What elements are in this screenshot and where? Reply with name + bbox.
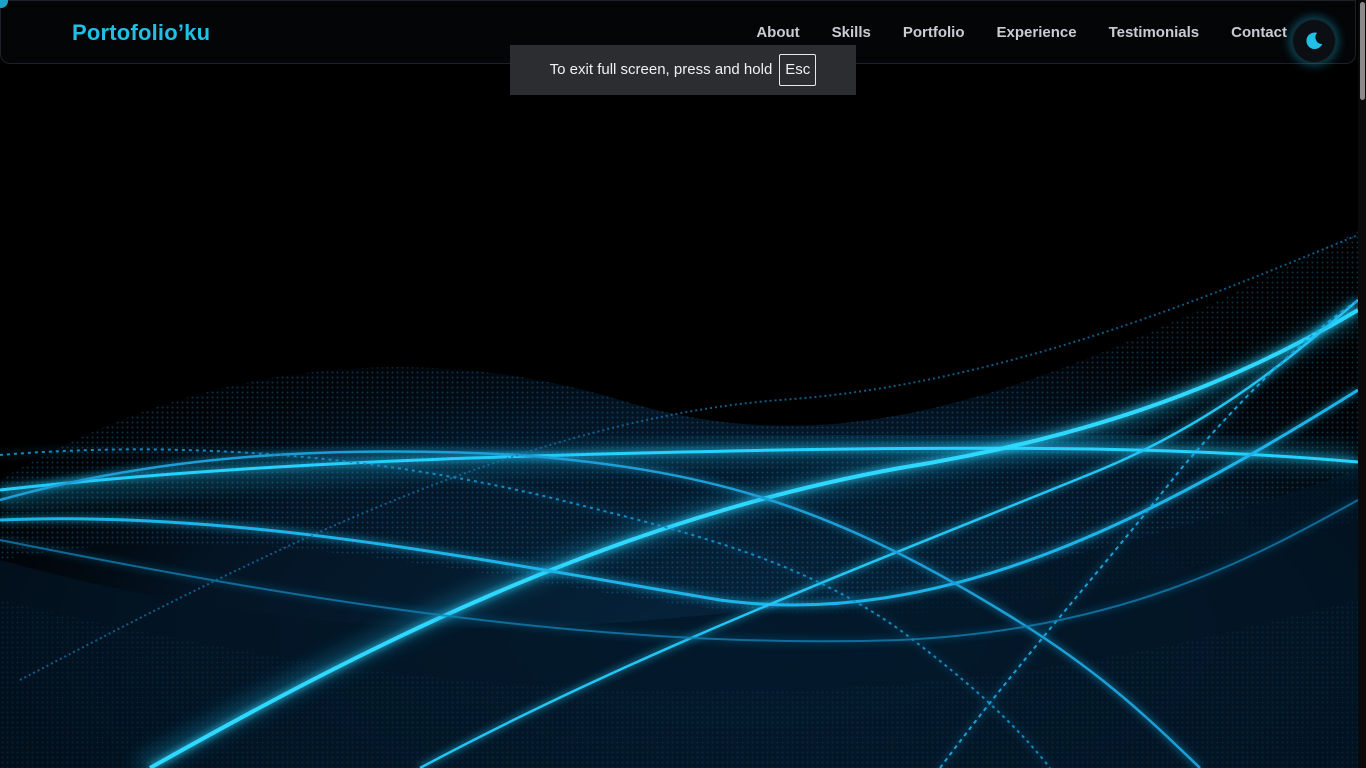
corner-dot (0, 0, 8, 8)
nav-menu: About Skills Portfolio Experience Testim… (724, 24, 1287, 42)
nav-link-skills[interactable]: Skills (832, 24, 871, 42)
hero-wave-background (0, 230, 1358, 768)
theme-toggle-button[interactable] (1292, 19, 1336, 63)
fullscreen-exit-notice: To exit full screen, press and hold Esc (510, 45, 856, 95)
nav-link-contact[interactable]: Contact (1231, 24, 1287, 42)
page: Portofolio’ku About Skills Portfolio Exp… (0, 0, 1366, 768)
scrollbar[interactable] (1358, 0, 1366, 768)
nav-link-experience[interactable]: Experience (997, 24, 1077, 42)
brand-logo[interactable]: Portofolio’ku (72, 19, 210, 47)
moon-icon (1306, 32, 1323, 50)
fullscreen-notice-text: To exit full screen, press and hold (549, 61, 773, 78)
nav-link-portfolio[interactable]: Portfolio (903, 24, 965, 42)
scrollbar-thumb[interactable] (1360, 2, 1365, 100)
esc-key-badge: Esc (779, 54, 817, 86)
nav-link-testimonials[interactable]: Testimonials (1109, 24, 1200, 42)
nav-link-about[interactable]: About (756, 24, 799, 42)
